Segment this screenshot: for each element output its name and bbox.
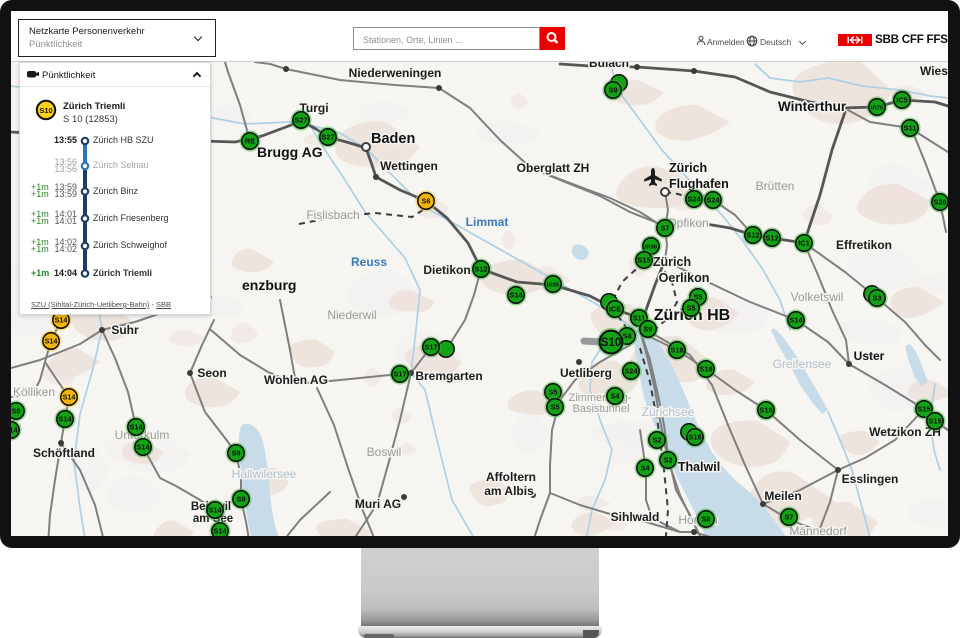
svg-text:S9: S9 [643,325,652,334]
svg-text:Oerlikon: Oerlikon [659,271,710,285]
svg-text:S14: S14 [208,506,222,515]
svg-text:S18: S18 [670,346,683,355]
svg-text:IR36: IR36 [645,245,658,251]
svg-text:S16: S16 [688,433,701,442]
svg-text:S9: S9 [236,495,245,504]
svg-text:Affoltern: Affoltern [486,470,536,484]
svg-text:Greifensee: Greifensee [773,357,832,371]
svg-text:Männedorf: Männedorf [789,524,847,536]
svg-text:S15: S15 [637,256,650,265]
svg-text:S27: S27 [321,133,334,142]
svg-text:Thalwil: Thalwil [678,460,720,474]
svg-text:Meilen: Meilen [764,489,801,503]
svg-text:Wohlen AG: Wohlen AG [264,373,328,387]
svg-text:S12: S12 [746,231,759,240]
svg-text:S8: S8 [11,407,20,416]
svg-text:S5: S5 [686,304,695,313]
svg-text:S4: S4 [640,464,650,473]
svg-text:Zürichsee: Zürichsee [642,405,695,419]
svg-text:S14: S14 [58,415,72,424]
svg-text:S26: S26 [933,198,946,207]
svg-text:S27: S27 [294,116,307,125]
svg-text:S18: S18 [699,365,712,374]
svg-text:Flughafen: Flughafen [669,177,729,191]
svg-text:Baden: Baden [371,131,415,147]
svg-text:S15: S15 [928,417,941,426]
svg-text:Brütten: Brütten [756,179,795,193]
svg-text:S14: S14 [11,426,18,435]
svg-text:Suhr: Suhr [111,323,139,337]
svg-text:Uster: Uster [854,349,885,363]
svg-text:Seon: Seon [197,366,226,380]
svg-text:Oberglatt ZH: Oberglatt ZH [517,161,590,175]
svg-text:Reuss: Reuss [351,255,387,269]
svg-text:S14: S14 [509,291,523,300]
svg-text:Hallwilersee: Hallwilersee [232,467,297,481]
svg-text:S12: S12 [765,234,778,243]
svg-text:IR35: IR35 [547,283,560,289]
svg-text:Boswil: Boswil [367,445,402,459]
svg-text:Muri AG: Muri AG [355,497,401,511]
svg-text:Limmat: Limmat [466,215,509,229]
svg-text:Effretikon: Effretikon [836,238,892,252]
svg-text:S9: S9 [608,86,617,95]
svg-text:S17: S17 [424,343,437,352]
svg-text:S7: S7 [660,224,669,233]
svg-text:S10: S10 [601,337,621,349]
svg-text:Brugg AG: Brugg AG [257,144,323,160]
svg-text:S24: S24 [624,367,638,376]
svg-text:Esslingen: Esslingen [842,472,899,486]
svg-text:Bülach: Bülach [589,62,629,70]
svg-text:S14: S14 [789,316,803,325]
svg-text:S14: S14 [45,337,58,346]
svg-text:Winterthur: Winterthur [778,99,847,114]
svg-text:Volketswil: Volketswil [791,290,844,304]
svg-text:IC1: IC1 [798,239,810,248]
svg-text:am Albis: am Albis [484,484,534,498]
svg-text:S9: S9 [231,449,240,458]
svg-text:S2: S2 [663,456,672,465]
svg-text:S5: S5 [550,403,559,412]
svg-text:S6: S6 [422,197,431,206]
svg-text:S14: S14 [136,443,150,452]
svg-text:Zürich: Zürich [653,255,691,269]
svg-text:RE: RE [245,137,255,146]
svg-text:S11: S11 [904,124,917,133]
svg-text:IC5: IC5 [896,96,908,105]
svg-text:Uetliberg: Uetliberg [560,366,612,380]
svg-text:S14: S14 [129,423,143,432]
svg-text:S2: S2 [652,436,661,445]
svg-text:ICE: ICE [609,305,621,314]
svg-text:S24: S24 [706,196,720,205]
svg-text:Kölliken: Kölliken [13,385,55,399]
svg-text:S7: S7 [784,513,793,522]
svg-text:S8: S8 [701,515,710,524]
svg-text:Bremgarten: Bremgarten [415,369,482,383]
svg-text:Dietikon: Dietikon [423,263,470,277]
svg-text:S14: S14 [213,527,227,536]
svg-text:enzburg: enzburg [242,277,296,293]
svg-text:Schöftland: Schöftland [33,446,95,460]
svg-text:S14: S14 [63,393,76,402]
svg-text:Zürich: Zürich [669,161,707,175]
svg-text:Wettingen: Wettingen [380,159,438,173]
svg-text:Niederweningen: Niederweningen [349,66,442,80]
svg-text:S15: S15 [917,405,930,414]
svg-text:S17: S17 [393,370,406,379]
svg-text:Niederwil: Niederwil [327,308,376,322]
svg-text:S14: S14 [55,316,68,325]
svg-text:S18: S18 [759,406,772,415]
svg-text:Wies: Wies [920,64,948,78]
svg-text:S4: S4 [610,392,620,401]
svg-text:S5: S5 [548,388,557,397]
svg-text:Fislisbach: Fislisbach [306,208,359,222]
svg-text:S24: S24 [687,195,701,204]
svg-text:S12: S12 [474,265,487,274]
svg-text:IR75: IR75 [871,106,884,112]
svg-text:S3: S3 [872,294,881,303]
svg-text:Sihlwald: Sihlwald [611,510,660,524]
